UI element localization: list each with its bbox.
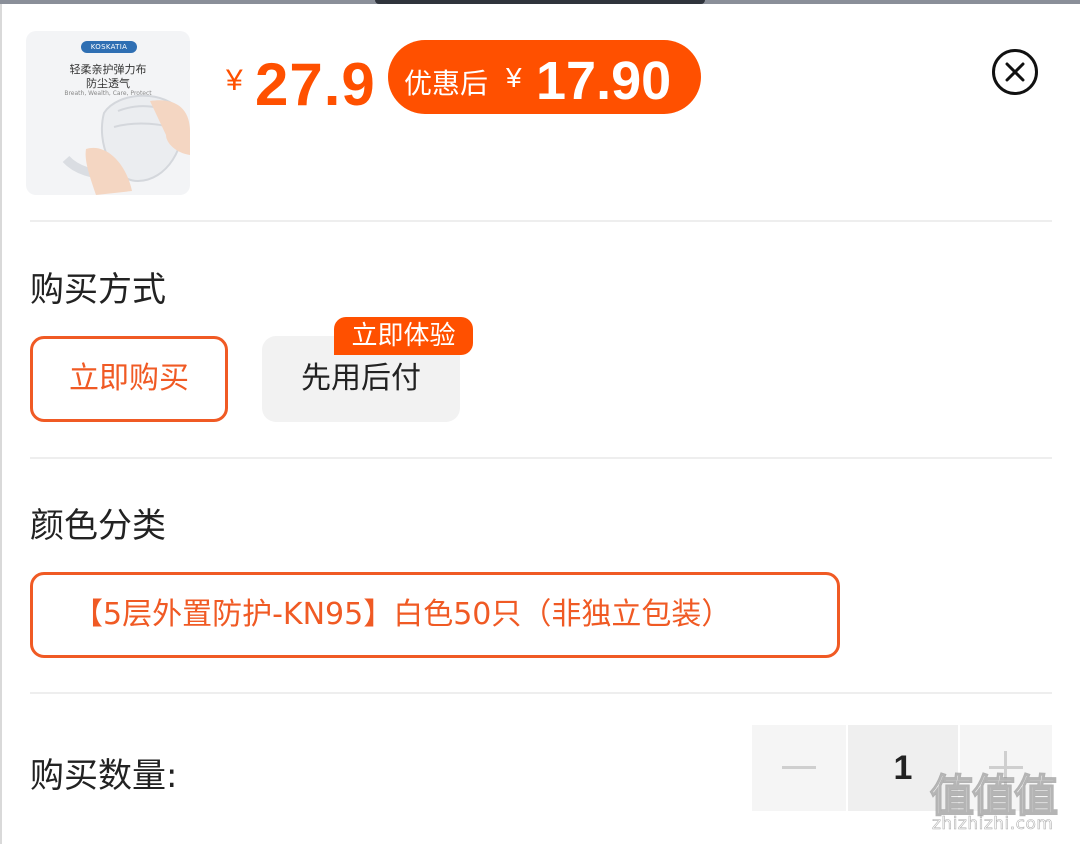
quantity-label: 购买数量: (30, 756, 178, 796)
drag-handle (375, 0, 705, 4)
minus-icon (782, 766, 816, 769)
promo-currency: ¥ (506, 62, 522, 93)
decrease-button[interactable] (752, 725, 846, 811)
close-icon (1005, 62, 1025, 82)
purchase-method-title: 购买方式 (30, 270, 166, 310)
variant-option-selected[interactable]: 【5层外置防护-KN95】白色50只（非独立包装） (30, 572, 840, 658)
promo-label: 优惠后 (404, 67, 489, 100)
window-top-bar (0, 0, 1080, 4)
divider (30, 220, 1052, 222)
color-category-title: 颜色分类 (30, 506, 166, 546)
divider (30, 692, 1052, 694)
divider (30, 457, 1052, 459)
try-now-badge: 立即体验 (334, 317, 473, 355)
watermark-url: zhizhizhi.com (932, 814, 1054, 835)
promo-price: 17.90 (536, 51, 672, 111)
watermark: 值值值 zhizhizhi.com (929, 760, 1076, 842)
mask-illustration (62, 94, 190, 195)
product-thumbnail[interactable]: KOSKATIA 轻柔亲护弹力布 防尘透气 Breath, Wealth, Ca… (26, 31, 190, 195)
promo-price-badge: 优惠后 ¥ 17.90 (388, 40, 701, 114)
price-currency: ¥ (226, 64, 243, 97)
sheet-edge (0, 4, 2, 844)
original-price: 27.9 (255, 51, 376, 118)
option-buy-now[interactable]: 立即购买 (30, 336, 228, 422)
close-button[interactable] (992, 49, 1038, 95)
